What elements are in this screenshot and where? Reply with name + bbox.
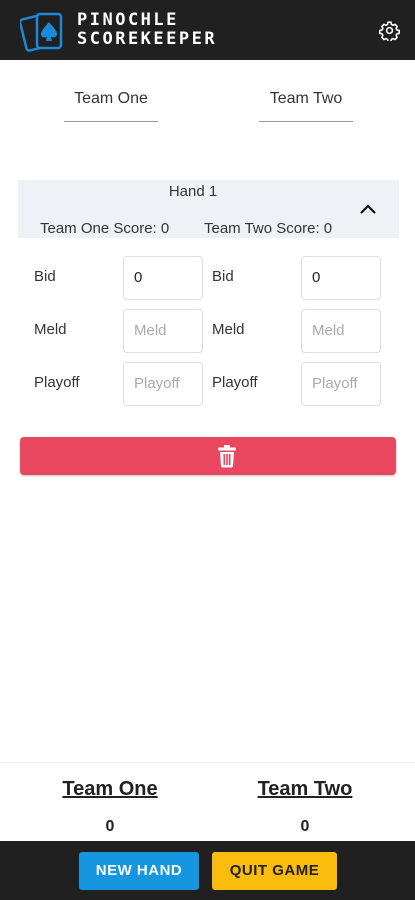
app-title: PINOCHLE SCOREKEEPER xyxy=(77,11,217,49)
team-one-total-score: 0 xyxy=(105,818,115,835)
team-two-meld-input[interactable]: Meld xyxy=(301,309,381,353)
app-title-line2: SCOREKEEPER xyxy=(77,29,218,49)
team-two-bid-label: Bid xyxy=(212,268,234,285)
team-two-name-input[interactable]: Team Two xyxy=(259,80,353,122)
delete-hand-button[interactable] xyxy=(20,437,396,475)
app-header: PINOCHLE SCOREKEEPER xyxy=(0,0,415,60)
team-one-meld-input[interactable]: Meld xyxy=(123,309,203,353)
team-two-playoff-input[interactable]: Playoff xyxy=(301,362,381,406)
team-two-total-label: Team Two xyxy=(257,778,353,800)
quit-game-button[interactable]: QUIT GAME xyxy=(212,852,337,890)
team-two-meld-label: Meld xyxy=(212,321,245,338)
gear-icon[interactable] xyxy=(379,20,400,41)
playing-cards-spade-icon xyxy=(20,12,63,52)
team-one-bid-input[interactable]: 0 xyxy=(123,256,203,300)
team-two-total-score: 0 xyxy=(300,818,310,835)
team-one-playoff-label: Playoff xyxy=(34,374,80,391)
chevron-up-icon[interactable] xyxy=(358,202,378,216)
team-one-meld-label: Meld xyxy=(34,321,67,338)
team-one-hand-score: Team One Score: 0 xyxy=(40,220,170,237)
team-one-bid-label: Bid xyxy=(34,268,56,285)
new-hand-button[interactable]: NEW HAND xyxy=(79,852,199,890)
team-one-name-input[interactable]: Team One xyxy=(64,80,158,122)
totals-panel: Team One 0 Team Two 0 xyxy=(0,762,415,841)
hand-title: Hand 1 xyxy=(168,183,218,200)
team-two-hand-score: Team Two Score: 0 xyxy=(204,220,333,237)
team-one-playoff-input[interactable]: Playoff xyxy=(123,362,203,406)
team-two-playoff-label: Playoff xyxy=(212,374,258,391)
trash-icon xyxy=(218,445,236,468)
app-title-line1: PINOCHLE xyxy=(77,10,179,30)
team-one-total-label: Team One xyxy=(62,778,158,800)
team-two-bid-input[interactable]: 0 xyxy=(301,256,381,300)
hand-accordion-header[interactable]: Hand 1 Team One Score: 0 Team Two Score:… xyxy=(18,180,399,238)
footer-bar: NEW HAND QUIT GAME xyxy=(0,841,415,900)
